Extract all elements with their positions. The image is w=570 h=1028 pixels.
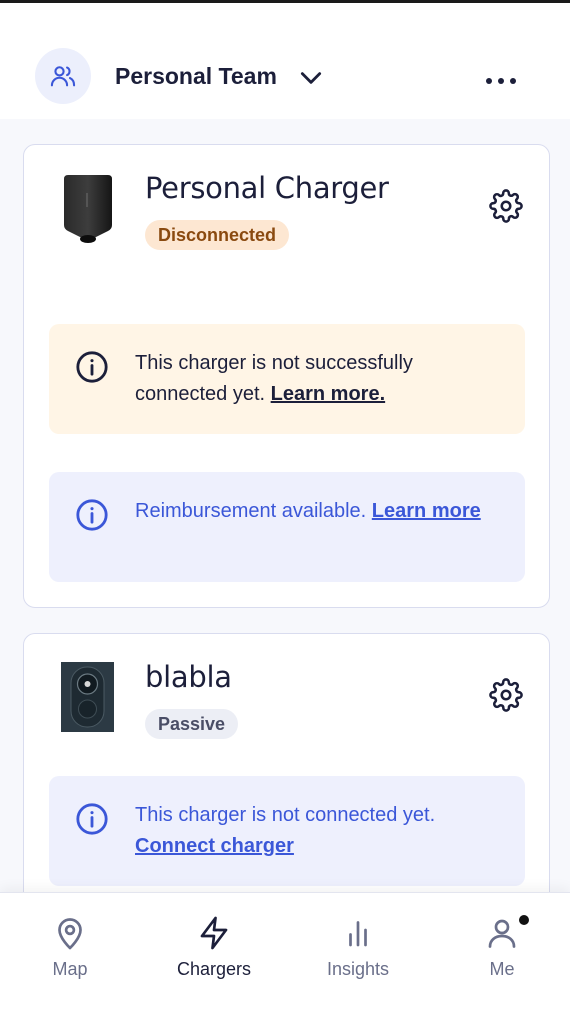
notification-dot	[519, 915, 529, 925]
banner-message: Reimbursement available.	[135, 500, 367, 522]
learn-more-link[interactable]: Learn more	[372, 500, 481, 522]
learn-more-link[interactable]: Learn more.	[271, 383, 385, 405]
users-icon	[50, 66, 76, 87]
charger-card[interactable]: Personal Charger Disconnected This charg…	[23, 144, 550, 608]
nav-label: Map	[52, 959, 88, 979]
bar-chart-icon	[349, 921, 367, 947]
info-icon	[76, 803, 108, 835]
nav-item-map[interactable]: Map	[15, 915, 125, 980]
nav-label: Insights	[326, 959, 390, 979]
app-header: Personal Team	[0, 3, 570, 119]
charger-name: Personal Charger	[145, 171, 389, 205]
chevron-down-icon[interactable]	[298, 65, 324, 91]
charger-image	[61, 662, 114, 732]
connect-charger-link[interactable]: Connect charger	[135, 835, 294, 857]
lightning-icon	[200, 916, 228, 950]
charger-list[interactable]: Personal Charger Disconnected This charg…	[0, 119, 570, 892]
charger-image	[64, 175, 112, 243]
bottom-nav: Map Chargers Insights Me	[0, 892, 570, 1028]
banner-text: Reimbursement available. Learn more	[135, 496, 495, 527]
banner-message: This charger is not connected yet.	[135, 804, 436, 826]
map-pin-icon	[58, 918, 82, 950]
nav-item-chargers[interactable]: Chargers	[159, 915, 269, 980]
user-icon	[488, 919, 516, 948]
banner-text: This charger is not successfully connect…	[135, 348, 495, 410]
status-badge: Passive	[145, 709, 239, 739]
nav-item-insights[interactable]: Insights	[303, 915, 413, 980]
gear-icon[interactable]	[489, 678, 523, 712]
gear-icon[interactable]	[489, 189, 523, 223]
charger-card[interactable]: blabla Passive This charger is not conne…	[23, 633, 550, 892]
nav-label: Me	[489, 959, 515, 979]
nav-item-me[interactable]: Me	[447, 915, 557, 980]
reimbursement-banner: Reimbursement available. Learn more	[49, 472, 525, 582]
info-icon	[76, 351, 108, 383]
info-icon	[76, 499, 108, 531]
team-name[interactable]: Personal Team	[115, 63, 277, 90]
charger-name: blabla	[145, 660, 232, 694]
banner-text: This charger is not connected yet. Conne…	[135, 800, 495, 862]
team-avatar[interactable]	[35, 48, 91, 104]
connection-warning-banner: This charger is not successfully connect…	[49, 324, 525, 434]
status-badge: Disconnected	[145, 220, 290, 250]
more-horizontal-icon[interactable]	[484, 71, 518, 91]
connect-charger-banner: This charger is not connected yet. Conne…	[49, 776, 525, 886]
nav-label: Chargers	[176, 959, 252, 979]
